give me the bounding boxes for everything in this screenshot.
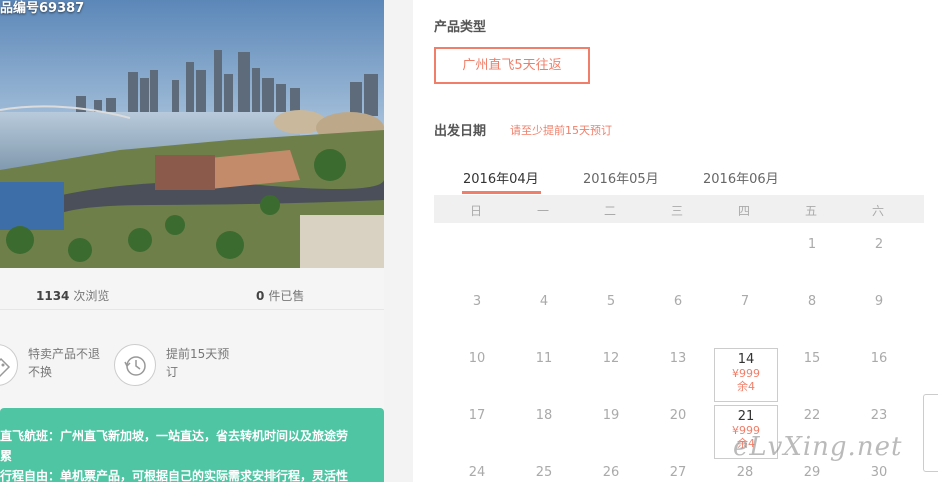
calendar-day: 15 [803,351,821,366]
calendar-day: 18 [535,408,553,423]
feature-text: 提前15天预订 [166,347,230,379]
calendar-day: 3 [472,294,482,309]
floating-side-tab[interactable] [923,394,938,472]
tab-month-2016-06[interactable]: 2016年06月 [703,168,779,187]
tab-month-2016-04[interactable]: 2016年04月 [463,168,539,187]
calendar-day: 22 [803,408,821,423]
weekday-label: 日 [469,204,482,218]
sold-stat: 0 件已售 [256,287,304,304]
views-label: 次浏览 [73,289,110,303]
page: 品编号69387 1134 次浏览 0 件已售 特卖产品不退不换 提前15天预订 直… [0,0,938,482]
calendar-day: 29 [803,465,821,480]
calendar-day: 11 [535,351,553,366]
feature-advance-booking: 提前15天预订 [114,340,244,388]
day-price: ¥999 [732,367,760,380]
calendar-day: 19 [602,408,620,423]
calendar-day-available[interactable]: 14 ¥999 余4 [714,348,778,402]
calendar-day: 6 [673,294,683,309]
calendar-day: 13 [669,351,687,366]
product-type-option-button[interactable]: 广州直飞5天往返 [434,47,590,84]
day-number: 14 [737,352,755,367]
views-stat: 1134 次浏览 [36,287,109,304]
highlight-line: 直飞航班：广州直飞新加坡，一站直达，省去转机时间以及旅途劳 [0,429,349,443]
weekday-header: 日 一 二 三 四 五 六 [434,195,924,223]
departure-date-title: 出发日期 [434,124,487,139]
feature-text: 特卖产品不退不换 [28,347,101,379]
calendar-day: 10 [468,351,486,366]
weekday-label: 二 [603,204,616,218]
calendar-day: 12 [602,351,620,366]
highlight-line-continued: 累 [0,449,13,463]
calendar-day: 30 [870,465,888,480]
tab-month-2016-05[interactable]: 2016年05月 [583,168,659,187]
booking-hint: 请至少提前15天预订 [510,124,612,137]
calendar-day: 26 [602,465,620,480]
booking-panel: 产品类型 广州直飞5天往返 出发日期 请至少提前15天预订 2016年04月 2… [413,0,938,482]
calendar-day: 16 [870,351,888,366]
product-highlights: 直飞航班：广州直飞新加坡，一站直达，省去转机时间以及旅途劳 累 行程自由：单机票… [0,408,384,482]
sold-label: 件已售 [268,289,305,303]
calendar-day: 27 [669,465,687,480]
calendar-day: 7 [740,294,750,309]
feature-no-refund: 特卖产品不退不换 [0,340,106,388]
views-count: 1134 [36,289,70,303]
product-summary-panel: 品编号69387 1134 次浏览 0 件已售 特卖产品不退不换 提前15天预订 直… [0,0,384,482]
product-code: 品编号69387 [0,1,85,16]
tag-icon [0,344,18,386]
calendar-day: 20 [669,408,687,423]
calendar-day: 8 [807,294,817,309]
highlight-line: 行程自由：单机票产品，可根据自己的实际需求安排行程，灵活性 [0,469,349,482]
calendar-day: 4 [539,294,549,309]
day-remaining: 余4 [737,380,755,393]
calendar-day: 2 [874,237,884,252]
sold-count: 0 [256,289,265,303]
calendar-day: 24 [468,465,486,480]
calendar-day: 25 [535,465,553,480]
calendar-day: 23 [870,408,888,423]
calendar-day: 9 [874,294,884,309]
weekday-label: 三 [670,204,683,218]
month-tabs: 2016年04月 2016年05月 2016年06月 [434,166,924,194]
active-month-indicator [462,191,541,194]
site-watermark: eLvXing.net [733,432,903,462]
product-photo: 品编号69387 [0,0,384,268]
weekday-label: 六 [871,204,884,218]
calendar-day: 28 [736,465,754,480]
calendar-day: 1 [807,237,817,252]
clock-history-icon [114,344,156,386]
day-number: 21 [737,409,755,424]
calendar-day: 5 [606,294,616,309]
singapore-skyline-image [0,0,384,268]
weekday-label: 四 [737,204,750,218]
product-type-title: 产品类型 [434,20,487,35]
product-stats: 1134 次浏览 0 件已售 [0,280,384,310]
calendar-day: 17 [468,408,486,423]
weekday-label: 一 [536,204,549,218]
weekday-label: 五 [804,204,817,218]
